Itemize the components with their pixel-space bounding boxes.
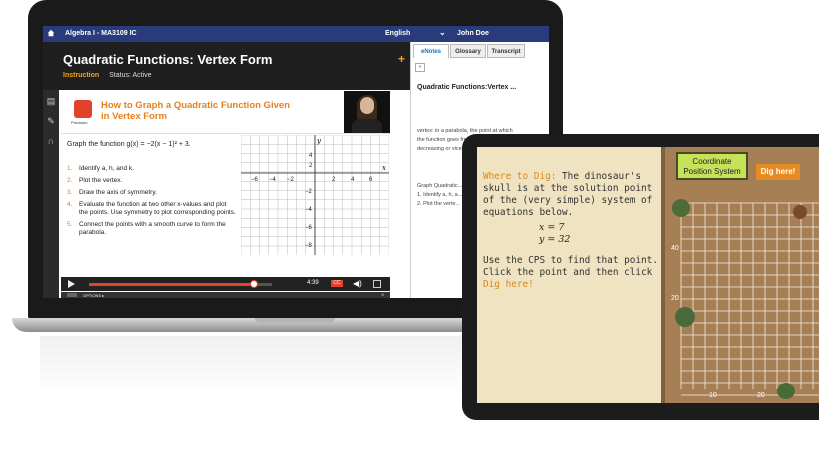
video-controls: 4:39 CC ◀): [61, 277, 390, 291]
calculator-icon[interactable]: ▤: [46, 96, 56, 106]
list-item: 5. Connect the points with a smooth curve…: [67, 221, 226, 236]
language-select[interactable]: English: [385, 30, 410, 37]
close-icon[interactable]: ⊗: [381, 292, 384, 297]
status-label: Status: Active: [109, 72, 152, 79]
x-tick-label: 6: [369, 177, 373, 183]
video-player[interactable]: Precision How to Graph a Quadratic Funct…: [61, 91, 390, 277]
y-tick-label: 2: [309, 163, 313, 169]
volume-icon[interactable]: ◀): [353, 279, 362, 288]
captions-icon[interactable]: [67, 293, 77, 297]
section-label: Instruction: [63, 72, 100, 79]
logo-icon: [74, 100, 92, 118]
list-item: 2. Plot the vertex.: [67, 177, 123, 184]
home-icon[interactable]: [47, 29, 55, 37]
equations: x = 7 y = 32: [539, 222, 570, 246]
plant-icon: [672, 199, 690, 217]
collapse-icon[interactable]: «: [415, 63, 425, 72]
chevron-down-icon[interactable]: ⌄: [439, 28, 446, 37]
cps-label: Coordinate Position System: [676, 152, 748, 180]
x-tick-label: −2: [287, 177, 295, 183]
page-title: Quadratic Functions: Vertex Form: [63, 52, 273, 67]
progress-fill: [89, 283, 254, 286]
prompt-lead: Where to Dig:: [483, 171, 557, 182]
progress-track[interactable]: [89, 280, 272, 288]
y-grid-label: 40: [671, 245, 679, 252]
equation: y = 32: [539, 234, 571, 245]
panel-tabs: eNotes Glossary Transcript: [413, 44, 549, 58]
user-name[interactable]: John Doe: [457, 30, 489, 37]
x-tick-label: −6: [251, 177, 259, 183]
list-item: 3. Draw the axis of symmetry.: [67, 189, 157, 196]
y-grid-label: 20: [671, 295, 679, 302]
instruction-pre: Use the CPS to find that point. Click th…: [483, 255, 658, 278]
y-axis-label: y: [316, 137, 322, 145]
list-item: 1. Identify a, h, and k.: [67, 165, 134, 172]
y-tick-label: −8: [305, 243, 313, 249]
x-grid-label: 10: [709, 392, 717, 399]
top-nav-bar: Algebra I - MA3109 IC English ⌄ John Doe: [43, 26, 549, 42]
problem-text: Graph the function g(x) = −2(x − 1)² + 3…: [67, 141, 191, 148]
video-header: Precision How to Graph a Quadratic Funct…: [61, 91, 390, 134]
tab-glossary[interactable]: Glossary: [450, 44, 486, 58]
y-tick-label: −4: [305, 207, 313, 213]
x-tick-label: −4: [269, 177, 277, 183]
y-tick-label: 4: [309, 153, 313, 159]
lesson-header: Quadratic Functions: Vertex Form Instruc…: [43, 42, 410, 90]
x-axis-label: x: [382, 164, 386, 172]
progress-knob[interactable]: [249, 280, 258, 288]
tab-transcript[interactable]: Transcript: [487, 44, 525, 58]
coordinate-grid[interactable]: 40 20 10 20: [665, 187, 819, 403]
lesson-subtitle: Instruction Status: Active: [63, 72, 152, 79]
laptop-notch: [255, 318, 335, 323]
play-icon[interactable]: [68, 280, 75, 288]
note-title: Quadratic Functions:Vertex ...: [417, 84, 517, 91]
instruction-link: Dig here!: [483, 279, 534, 290]
plant-icon: [675, 307, 695, 327]
instruction-parchment: Where to Dig: The dinosaur's skull is at…: [477, 147, 665, 403]
logo-text: Precision: [71, 120, 88, 125]
side-toolbar: ▤ ✎ ∩: [43, 90, 59, 298]
x-tick-label: 2: [332, 177, 336, 183]
pencil-icon[interactable]: ✎: [46, 116, 56, 126]
captions-button[interactable]: CC: [331, 280, 343, 287]
add-icon[interactable]: +: [398, 52, 405, 66]
dig-here-button[interactable]: Dig here!: [756, 164, 800, 180]
course-title: Algebra I - MA3109 IC: [65, 30, 137, 37]
options-bar: OPTIONS ▸ ⊗: [61, 292, 390, 298]
tablet-screen: Where to Dig: The dinosaur's skull is at…: [477, 147, 819, 403]
plant-icon: [777, 383, 795, 399]
y-tick-label: −2: [305, 189, 313, 195]
prompt-text: Where to Dig: The dinosaur's skull is at…: [483, 171, 659, 219]
tab-enotes[interactable]: eNotes: [413, 44, 449, 58]
y-tick-label: −6: [305, 225, 313, 231]
time-display: 4:39: [307, 280, 319, 286]
fullscreen-icon[interactable]: [373, 280, 381, 288]
x-tick-label: 4: [351, 177, 355, 183]
rock-icon: [793, 205, 807, 219]
x-grid-label: 20: [757, 392, 765, 399]
instruction-text: Use the CPS to find that point. Click th…: [483, 255, 659, 291]
list-item: 4. Evaluate the function at two other x-v…: [67, 201, 236, 216]
video-title: How to Graph a Quadratic Function Given …: [101, 100, 290, 122]
presenter-thumbnail: [344, 91, 390, 133]
options-button[interactable]: OPTIONS ▸: [83, 293, 104, 298]
equation: x = 7: [539, 222, 565, 233]
coordinate-graph: y x −6 −4 −2 2 4 6 4 2 −2 −4 −6 −8: [241, 135, 389, 255]
steps-list: 1. Identify a, h, and k. 2. Plot the verte…: [67, 165, 237, 241]
headphones-icon[interactable]: ∩: [46, 136, 56, 146]
